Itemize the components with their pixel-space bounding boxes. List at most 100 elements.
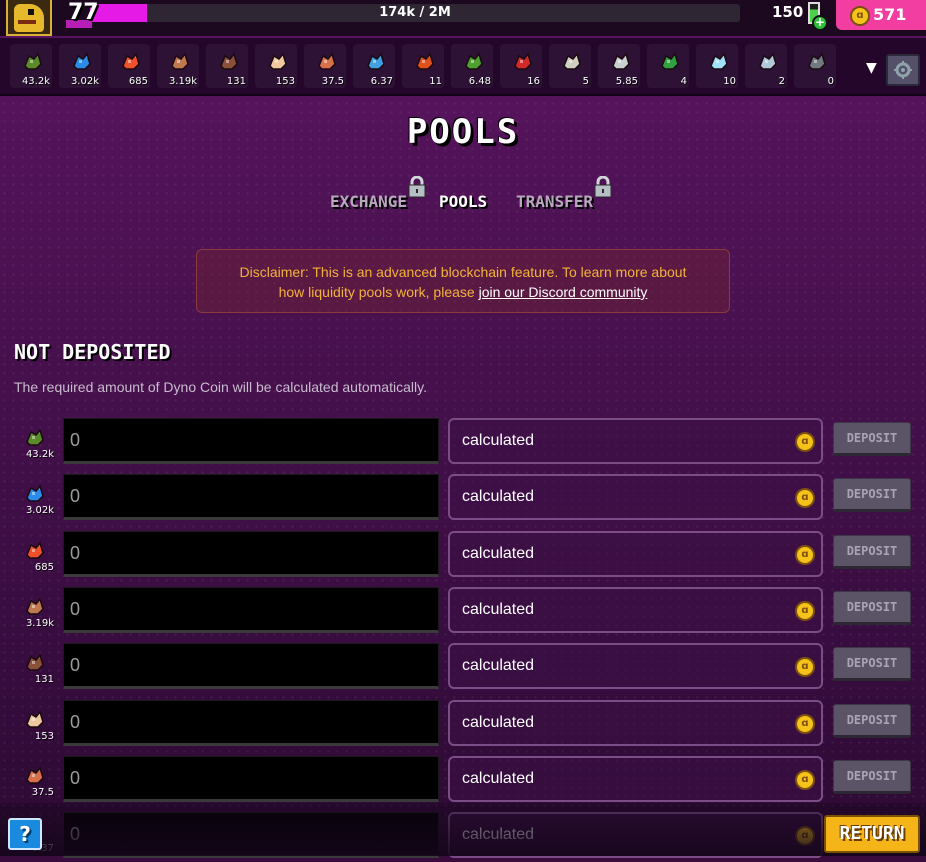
row-resource: 153 [20,708,54,742]
return-button[interactable]: RETURN [824,815,920,853]
tab-exchange[interactable]: EXCHANGE [330,192,407,211]
calculated-text: calculated [462,432,535,449]
deposit-button[interactable]: DEPOSIT [833,535,911,569]
calculated-coin-field: calculated ɑ [448,418,823,464]
calculated-coin-field: calculated ɑ [448,531,823,577]
deposit-button[interactable]: DEPOSIT [833,760,911,794]
dyno-coin-icon: ɑ [795,601,815,621]
help-button[interactable]: ? [8,818,42,850]
deposit-button[interactable]: DEPOSIT [833,478,911,512]
disclaimer-box: Disclaimer: This is an advanced blockcha… [196,249,730,313]
coin-balance[interactable]: ɑ 571 [836,0,926,30]
lock-icon [408,176,426,198]
resource-count: 4 [680,76,687,87]
row-resource: 685 [20,539,54,573]
resource-count: 153 [275,76,295,87]
calculated-coin-field: calculated ɑ [448,643,823,689]
resource-count: 131 [226,76,246,87]
tab-transfer[interactable]: TRANSFER [516,192,593,211]
resource-count: 0 [827,76,834,87]
xp-text: 174k / 2M [379,5,451,20]
resource-slot[interactable]: 3.02k [59,44,101,88]
dyno-coin-icon: ɑ [850,6,870,26]
deposit-button[interactable]: DEPOSIT [833,422,911,456]
resource-count: 5.85 [615,76,638,87]
amount-input[interactable]: 0 [63,418,439,464]
discord-link[interactable]: join our Discord community [479,284,648,300]
calculated-text: calculated [462,601,535,618]
page-title: POOLS [406,112,520,152]
resource-count: 37.5 [321,76,344,87]
row-resource: 43.2k [20,426,54,460]
resource-count: 6.37 [370,76,393,87]
expand-resources-icon[interactable]: ▼ [866,60,877,76]
disclaimer-text-prefix: how liquidity pools work, please [278,284,475,300]
resource-slot[interactable]: 5 [549,44,591,88]
calculated-text: calculated [462,714,535,731]
ore-icon [610,50,630,70]
amount-input[interactable]: 0 [63,531,439,577]
resource-count: 16 [527,76,540,87]
row-resource-count: 153 [34,731,54,742]
avatar-mouth [18,20,36,24]
settings-button[interactable] [886,54,920,86]
sprout-icon [22,50,42,70]
plank-icon [24,764,46,786]
calculated-coin-field: calculated ɑ [448,474,823,520]
row-resource: 3.19k [20,595,54,629]
resource-count: 2 [778,76,785,87]
plank-icon [316,50,336,70]
disclaimer-text-line2: how liquidity pools work, please join ou… [197,282,729,302]
branch-icon [169,50,189,70]
amount-input[interactable]: 0 [63,587,439,633]
dirt-icon [218,50,238,70]
resource-slot[interactable]: 153 [255,44,297,88]
tab-pools[interactable]: POOLS [439,192,487,211]
row-resource-count: 43.2k [25,449,54,460]
potion-icon [659,50,679,70]
resource-slot[interactable]: 0 [794,44,836,88]
amount-input[interactable]: 0 [63,474,439,520]
wave-icon [365,50,385,70]
resource-slot[interactable]: 685 [108,44,150,88]
resource-slot[interactable]: 4 [647,44,689,88]
deposit-button[interactable]: DEPOSIT [833,591,911,625]
jar-icon [757,50,777,70]
resource-slot[interactable]: 16 [500,44,542,88]
resource-count: 11 [429,76,442,87]
row-resource-count: 3.19k [25,618,54,629]
resource-slot[interactable]: 6.48 [451,44,493,88]
resource-slot[interactable]: 5.85 [598,44,640,88]
water-drop-icon [24,482,46,504]
player-avatar[interactable] [6,0,52,36]
resource-count: 5 [582,76,589,87]
amount-input[interactable]: 0 [63,700,439,746]
deposit-row: 3.19k 0 calculated ɑ DEPOSIT [0,587,926,637]
resource-slot[interactable]: 11 [402,44,444,88]
section-subtitle: The required amount of Dyno Coin will be… [14,379,427,395]
deposit-button[interactable]: DEPOSIT [833,647,911,681]
resource-slot[interactable]: 2 [745,44,787,88]
sand-icon [267,50,287,70]
player-level: 77 [68,0,99,25]
bottom-bar [0,803,926,856]
amount-input[interactable]: 0 [63,756,439,802]
lock-icon [594,176,612,198]
resource-slot[interactable]: 37.5 [304,44,346,88]
dyno-coin-icon: ɑ [795,488,815,508]
calculated-text: calculated [462,545,535,562]
resource-slot[interactable]: 3.19k [157,44,199,88]
resource-count: 3.19k [168,76,197,87]
deposit-row: 37.5 0 calculated ɑ DEPOSIT [0,756,926,806]
resource-slot[interactable]: 6.37 [353,44,395,88]
resource-slot[interactable]: 10 [696,44,738,88]
deposit-button[interactable]: DEPOSIT [833,704,911,738]
amount-input[interactable]: 0 [63,643,439,689]
water-drop-icon [71,50,91,70]
row-resource-count: 3.02k [25,505,54,516]
resource-slot[interactable]: 131 [206,44,248,88]
calculated-text: calculated [462,488,535,505]
row-resource: 37.5 [20,764,54,798]
add-energy-icon[interactable]: + [812,15,828,31]
resource-slot[interactable]: 43.2k [10,44,52,88]
